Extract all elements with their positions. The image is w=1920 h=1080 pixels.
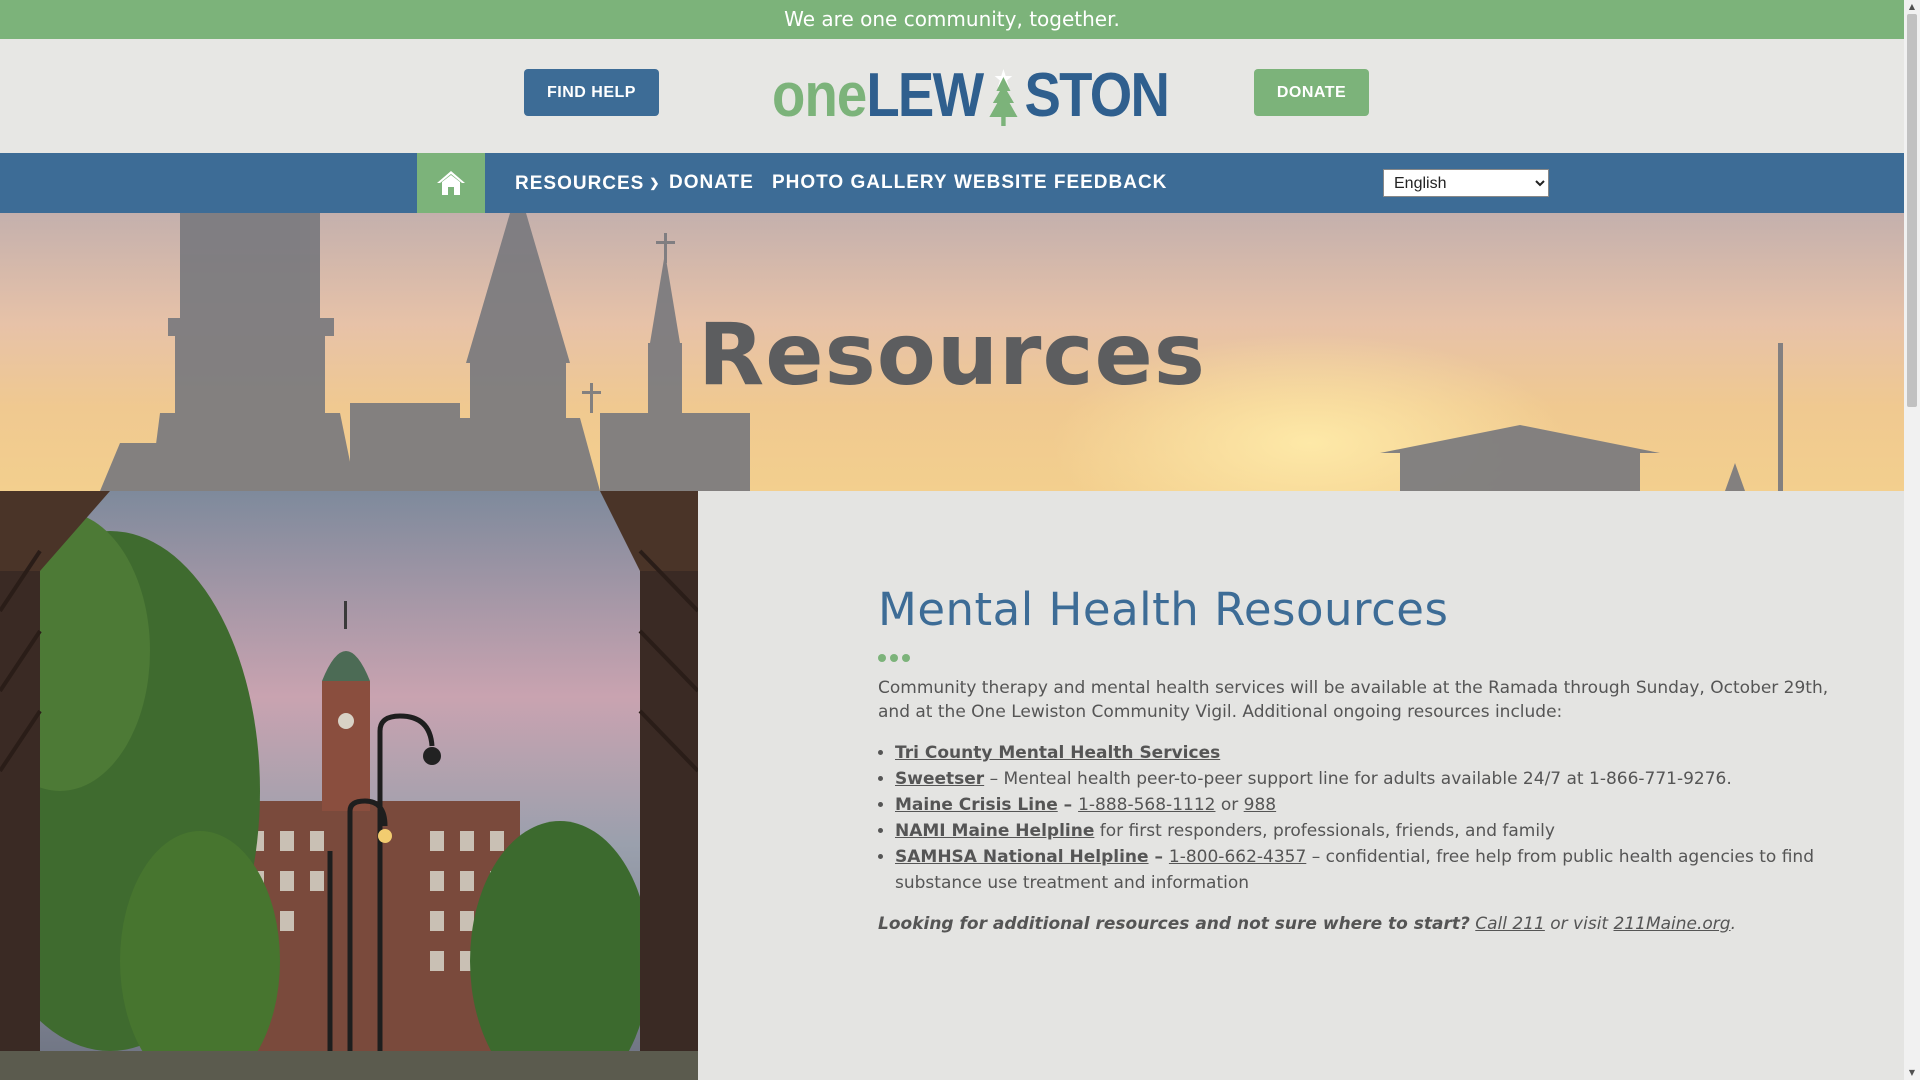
page: We are one community, together. FIND HEL… (0, 0, 1904, 1080)
heading-divider-dots (878, 654, 1838, 662)
hero-banner: Resources (0, 213, 1904, 491)
988-link[interactable]: 988 (1244, 795, 1276, 815)
call-211-link[interactable]: Call 211 (1475, 914, 1545, 934)
scrollbar-thumb[interactable] (1907, 14, 1917, 407)
main-nav: RESOURCES ❯ DONATE PHOTO GALLERY WEBSITE … (0, 153, 1904, 213)
list-item: Sweetser – Menteal health peer-to-peer s… (895, 766, 1838, 792)
list-item: NAMI Maine Helpline for first responders… (895, 818, 1838, 844)
lewiston-photo (0, 491, 698, 1080)
211maine-link[interactable]: 211Maine.org (1614, 914, 1731, 934)
logo-lew: LEW (866, 61, 984, 130)
samhsa-phone-link[interactable]: 1-800-662-4357 (1169, 847, 1306, 867)
language-select[interactable]: English (1383, 169, 1549, 197)
nami-maine-link[interactable]: NAMI Maine Helpline (895, 821, 1094, 841)
list-item: Maine Crisis Line – 1-888-568-1112 or 98… (895, 792, 1838, 818)
separator: – (1148, 847, 1169, 867)
divider-dot (890, 654, 898, 662)
divider-dot (902, 654, 910, 662)
maine-crisis-line-link[interactable]: Maine Crisis Line (895, 795, 1058, 815)
sweetser-link[interactable]: Sweetser (895, 769, 984, 789)
logo-one: one (772, 61, 867, 130)
scroll-down-arrow-icon[interactable]: ▼ (1904, 1066, 1920, 1080)
chevron-down-icon: ❯ (649, 176, 661, 190)
pine-tree-icon (989, 69, 1018, 126)
or-visit-text: or visit (1544, 914, 1614, 934)
or-text: or (1215, 795, 1244, 815)
site-logo[interactable]: one LEW STON (772, 61, 1170, 130)
announcement-banner: We are one community, together. (0, 0, 1904, 39)
donate-button[interactable]: DONATE (1254, 69, 1369, 116)
nami-desc: for first responders, professionals, fri… (1094, 821, 1555, 841)
tri-county-link[interactable]: Tri County Mental Health Services (895, 743, 1220, 763)
closing-period: . (1730, 914, 1736, 934)
find-help-button[interactable]: FIND HELP (524, 69, 659, 116)
nav-website-feedback[interactable]: WEBSITE FEEDBACK (954, 153, 1167, 213)
closing-paragraph: Looking for additional resources and not… (878, 912, 1838, 936)
page-scrollbar[interactable]: ▲ ▼ (1904, 0, 1920, 1080)
home-button[interactable] (417, 153, 485, 213)
section-heading: Mental Health Resources (878, 583, 1449, 636)
crisis-line-phone-link[interactable]: 1-888-568-1112 (1078, 795, 1215, 815)
nav-resources-label: RESOURCES (515, 173, 645, 194)
list-item: Tri County Mental Health Services (895, 740, 1838, 766)
resource-list: Tri County Mental Health Services Sweets… (878, 740, 1838, 896)
city-photo-illustration (0, 491, 698, 1080)
closing-question: Looking for additional resources and not… (878, 914, 1470, 934)
divider-dot (878, 654, 886, 662)
home-icon (437, 171, 465, 195)
mental-health-section: Mental Health Resources Community therap… (878, 583, 1838, 936)
samhsa-link[interactable]: SAMHSA National Helpline (895, 847, 1149, 867)
nav-photo-gallery[interactable]: PHOTO GALLERY (772, 153, 948, 213)
hero-title: Resources (698, 305, 1206, 405)
announcement-text: We are one community, together. (784, 7, 1120, 31)
separator: – (1057, 795, 1079, 815)
scroll-up-arrow-icon[interactable]: ▲ (1904, 0, 1920, 14)
sweetser-desc: – Menteal health peer-to-peer support li… (984, 769, 1732, 789)
nav-donate[interactable]: DONATE (669, 153, 754, 213)
site-header: FIND HELP one LEW STON DONATE (0, 39, 1904, 153)
list-item: SAMHSA National Helpline – 1-800-662-435… (895, 844, 1838, 896)
intro-paragraph: Community therapy and mental health serv… (878, 678, 1829, 722)
nav-resources[interactable]: RESOURCES ❯ (515, 153, 660, 213)
logo-ston: STON (1024, 61, 1170, 130)
